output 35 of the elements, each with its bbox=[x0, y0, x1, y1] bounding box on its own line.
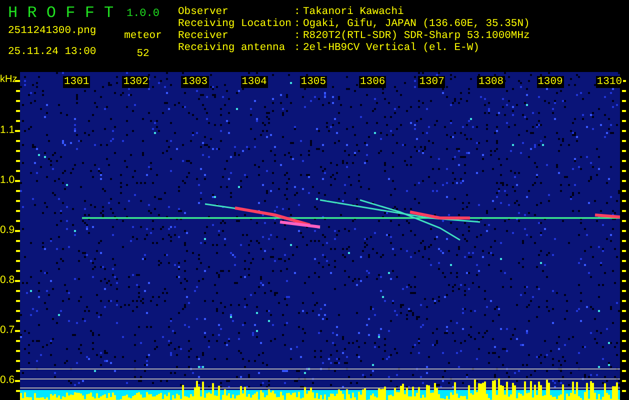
time-label: 1307 bbox=[418, 76, 446, 88]
time-label: 1310 bbox=[596, 76, 624, 88]
unit-label: kHz bbox=[0, 74, 18, 85]
frequency-label: 1.1 bbox=[0, 124, 15, 136]
app-title: H R O F F T bbox=[8, 4, 113, 22]
frequency-label: 0.9 bbox=[0, 224, 15, 236]
file-name: 2511241300.png bbox=[8, 25, 98, 37]
time-label: 1306 bbox=[359, 76, 386, 88]
info-value: 2el-HB9CV Vertical (el. E-W) bbox=[303, 42, 480, 54]
date-time: 25.11.24 13:00 bbox=[8, 46, 98, 58]
frequency-label: 0.6 bbox=[0, 374, 15, 386]
info-label: Observer bbox=[178, 6, 230, 18]
info-colon: : bbox=[294, 18, 302, 30]
info-colon: : bbox=[294, 30, 302, 42]
frequency-label: 0.8 bbox=[0, 274, 15, 286]
info-value: Ogaki, Gifu, JAPAN (136.60E, 35.35N) bbox=[303, 18, 530, 30]
frequency-label: 1.0 bbox=[0, 174, 15, 186]
info-colon: : bbox=[294, 6, 302, 18]
info-value: Takanori Kawachi bbox=[303, 6, 405, 18]
time-label: 1309 bbox=[536, 76, 564, 88]
frequency-label: 0.7 bbox=[0, 324, 15, 336]
info-label: Receiver bbox=[178, 30, 230, 42]
info-label: Receiving antenna bbox=[178, 42, 286, 54]
time-label: 1304 bbox=[240, 76, 268, 88]
app-version: 1.0.0 bbox=[126, 7, 160, 22]
time-label: 1305 bbox=[300, 76, 328, 88]
meteor-count: 52 bbox=[136, 48, 150, 60]
time-label: 1303 bbox=[181, 76, 209, 88]
time-label: 1301 bbox=[63, 76, 90, 88]
info-value: R820T2(RTL-SDR) SDR-Sharp 53.1000MHz bbox=[303, 30, 530, 42]
meteor-label: meteor bbox=[124, 30, 162, 42]
time-label: 1302 bbox=[122, 76, 150, 88]
time-label: 1308 bbox=[477, 76, 505, 88]
info-colon: : bbox=[294, 42, 302, 54]
info-label: Receiving Location bbox=[178, 18, 292, 30]
